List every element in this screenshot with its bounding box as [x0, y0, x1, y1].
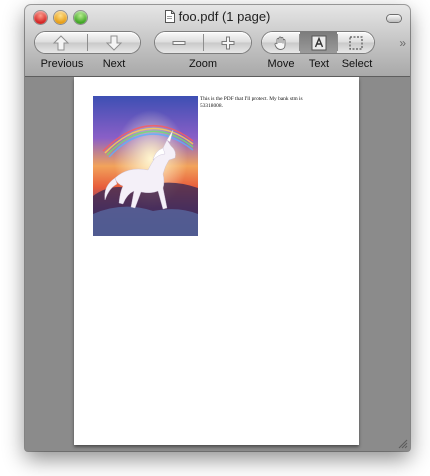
zoom-out-button[interactable] [155, 32, 203, 53]
select-tool-button[interactable] [338, 32, 374, 53]
toolbar-overflow-button[interactable]: » [399, 36, 405, 50]
previous-label: Previous [40, 58, 84, 70]
next-label: Next [102, 58, 126, 70]
move-tool-button[interactable] [262, 32, 299, 53]
toolbar: foo.pdf (1 page) Previous Next Zoom Move… [25, 5, 410, 77]
unicorn-rainbow-image [93, 96, 198, 236]
down-arrow-icon [105, 35, 123, 51]
zoom-in-button[interactable] [204, 32, 251, 53]
text-tool-button[interactable] [300, 32, 337, 53]
text-cursor-icon [311, 35, 326, 50]
window-title: foo.pdf (1 page) [178, 9, 271, 24]
move-label: Move [267, 58, 295, 70]
zoom-control [155, 32, 251, 53]
plus-icon [221, 36, 234, 49]
text-label: Text [308, 58, 330, 70]
tool-mode-control [262, 32, 374, 53]
resize-grip-icon[interactable] [396, 437, 408, 449]
pdf-body-text[interactable]: This is the PDF that I'll protect. My ba… [200, 96, 326, 109]
pdf-document-icon [164, 10, 175, 23]
preview-window: foo.pdf (1 page) Previous Next Zoom Move… [25, 5, 410, 451]
window-title-bar: foo.pdf (1 page) [25, 9, 410, 24]
zoom-label: Zoom [188, 58, 218, 70]
next-page-button[interactable] [88, 32, 140, 53]
minus-icon [172, 40, 186, 45]
document-view[interactable]: This is the PDF that I'll protect. My ba… [25, 77, 410, 451]
page-nav-control [35, 32, 140, 53]
toolbar-toggle-button[interactable] [387, 15, 401, 22]
pdf-page[interactable]: This is the PDF that I'll protect. My ba… [74, 77, 359, 445]
up-arrow-icon [52, 34, 70, 50]
previous-page-button[interactable] [35, 32, 87, 53]
marquee-select-icon [349, 35, 363, 50]
select-label: Select [341, 58, 373, 70]
hand-icon [274, 36, 285, 50]
